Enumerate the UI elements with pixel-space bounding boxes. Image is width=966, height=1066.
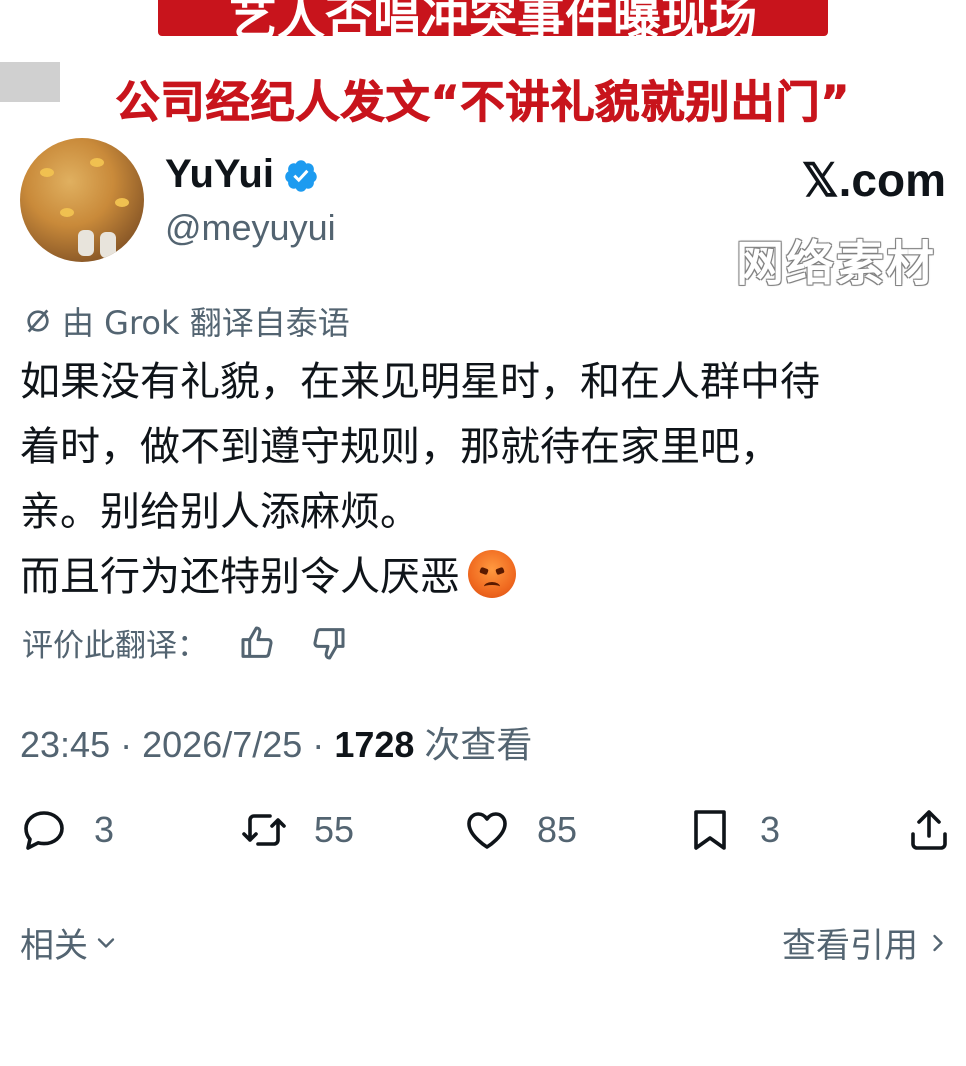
leaf-decoration [115, 198, 129, 207]
rate-translation: 评价此翻译： [22, 620, 348, 665]
tweet-body: 如果没有礼貌，在来见明星时，和在人群中待 着时，做不到遵守规则，那就待在家里吧，… [20, 350, 955, 610]
translation-note: 由 Grok 翻译自泰语 [22, 298, 350, 344]
verified-badge-icon [285, 160, 317, 192]
related-toggle[interactable]: 相关 [20, 918, 120, 967]
like-count: 85 [537, 809, 578, 850]
like-button[interactable]: 85 [463, 806, 577, 854]
view-quotes-label: 查看引用 [782, 926, 918, 966]
tweet-line-with-emoji: 而且行为还特别令人厌恶 [20, 545, 955, 610]
bookmark-button[interactable]: 3 [686, 806, 780, 854]
tweet-line: 着时，做不到遵守规则，那就待在家里吧， [20, 424, 780, 470]
tweet-time[interactable]: 23:45 [20, 724, 110, 765]
action-bar: 3 55 85 3 [20, 806, 955, 856]
thumbs-up-icon[interactable] [238, 623, 278, 663]
top-banner-text: 艺人否唱冲突事件曝现场 [228, 0, 757, 46]
reply-count: 3 [94, 809, 115, 850]
tweet-line: 亲。别给别人添麻烦。 [20, 489, 420, 535]
rate-translation-label: 评价此翻译： [22, 628, 208, 664]
top-banner: 艺人否唱冲突事件曝现场 [158, 0, 828, 46]
tweet-meta: 23:45 · 2026/7/25 · 1728 次查看 [20, 716, 532, 768]
view-quotes-link[interactable]: 查看引用 [782, 918, 952, 967]
views-label: 次查看 [424, 724, 533, 765]
retweet-count: 55 [314, 809, 355, 850]
share-icon [911, 810, 947, 850]
tweet-date[interactable]: 2026/7/25 [142, 724, 302, 765]
leaf-decoration [60, 208, 74, 217]
avatar-detail [78, 230, 94, 256]
tweet-line: 而且行为还特别令人厌恶 [20, 554, 460, 600]
avatar-detail [100, 232, 116, 258]
bookmark-count: 3 [760, 809, 781, 850]
retweet-icon [242, 814, 286, 846]
watermark: 网络素材 [735, 236, 936, 292]
views-count: 1728 [334, 724, 415, 765]
leaf-decoration [40, 168, 54, 177]
display-name[interactable]: YuYui [165, 152, 274, 197]
bookmark-icon [694, 810, 726, 850]
translation-note-text: 由 Grok 翻译自泰语 [62, 304, 350, 342]
angry-face-emoji [468, 550, 516, 598]
share-button[interactable] [905, 806, 953, 854]
chevron-right-icon [933, 934, 943, 951]
reply-icon [24, 811, 64, 850]
headline: 公司经纪人发文“不讲礼貌就别出门” [115, 77, 851, 129]
user-handle[interactable]: @meyuyui [165, 207, 336, 249]
chevron-down-icon [97, 937, 115, 948]
related-label: 相关 [20, 926, 88, 966]
retweet-button[interactable]: 55 [240, 806, 354, 854]
heart-icon [467, 812, 507, 849]
separator: · [312, 724, 325, 765]
tweet-line: 如果没有礼貌，在来见明星时，和在人群中待 [20, 359, 820, 405]
reply-button[interactable]: 3 [20, 806, 114, 854]
avatar[interactable] [20, 138, 144, 262]
site-label: 𝕏.com [801, 154, 946, 206]
translate-icon [27, 309, 49, 333]
separator: · [120, 724, 133, 765]
leaf-decoration [90, 158, 104, 167]
thumbs-down-icon[interactable] [308, 623, 348, 663]
